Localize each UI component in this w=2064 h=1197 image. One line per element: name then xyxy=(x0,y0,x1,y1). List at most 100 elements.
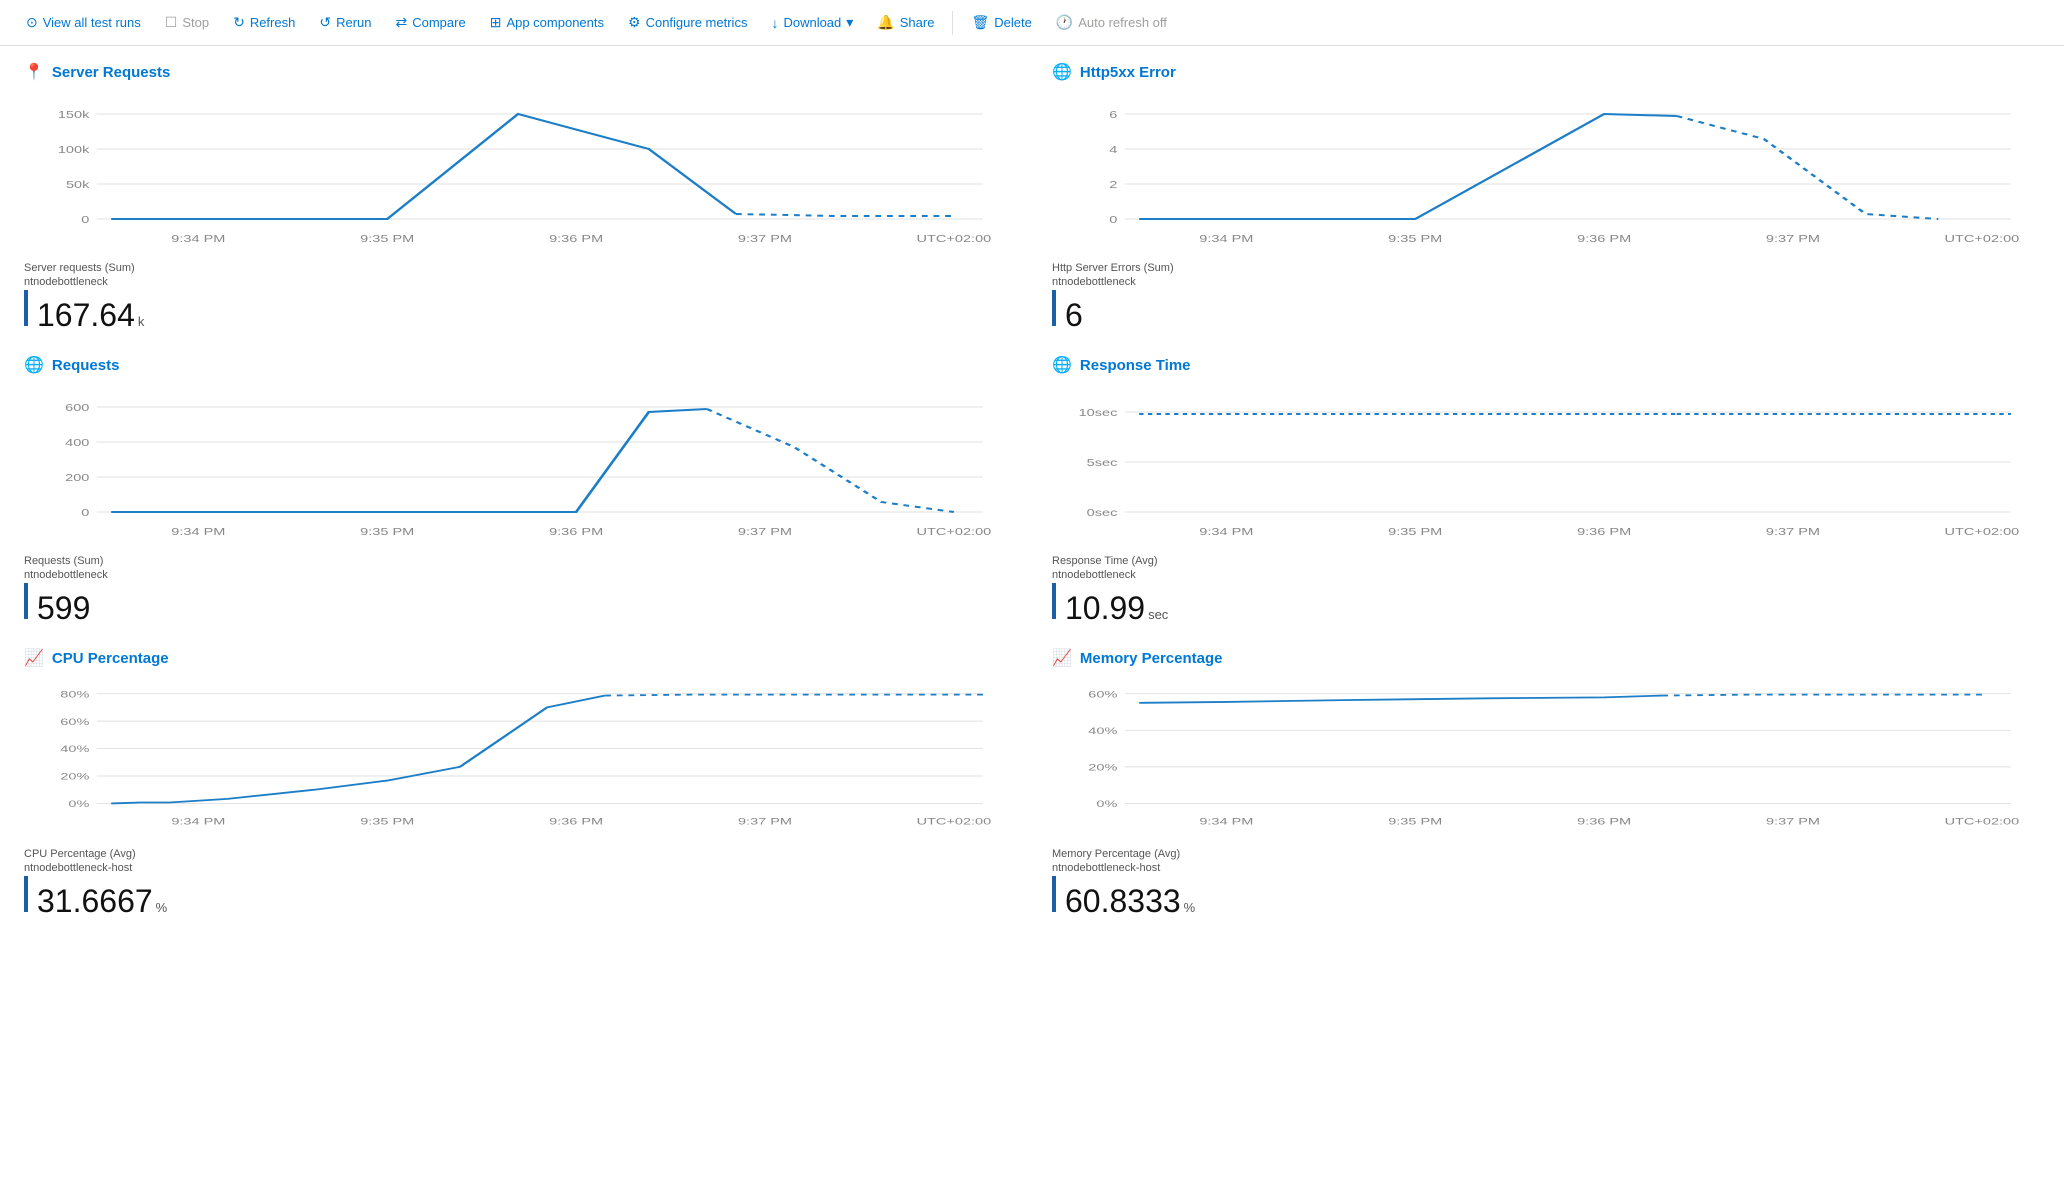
svg-text:UTC+02:00: UTC+02:00 xyxy=(917,816,992,827)
svg-text:9:34 PM: 9:34 PM xyxy=(171,233,225,244)
memory-percentage-panel: 📈 Memory Percentage 60% 40% 20% 0% 9:34 … xyxy=(1052,648,2040,917)
memory-icon: 📈 xyxy=(1052,648,1072,668)
separator-1 xyxy=(952,11,953,35)
share-icon: 🔔 xyxy=(877,14,894,31)
svg-text:0sec: 0sec xyxy=(1087,507,1118,518)
svg-text:9:36 PM: 9:36 PM xyxy=(549,526,603,537)
configure-metrics-button[interactable]: ⚙ Configure metrics xyxy=(618,8,757,37)
svg-text:UTC+02:00: UTC+02:00 xyxy=(1945,526,2020,537)
stop-icon: ☐ xyxy=(165,14,178,31)
svg-text:5sec: 5sec xyxy=(1087,457,1118,468)
download-button[interactable]: ↓ Download ▾ xyxy=(761,8,863,37)
trash-icon: 🗑 xyxy=(971,14,989,31)
svg-text:40%: 40% xyxy=(1088,726,1117,737)
refresh-icon: ↻ xyxy=(233,14,245,31)
response-time-icon: 🌐 xyxy=(1052,355,1072,375)
legend-color-bar-2 xyxy=(1052,290,1056,326)
svg-text:9:37 PM: 9:37 PM xyxy=(738,233,792,244)
svg-text:0%: 0% xyxy=(1096,799,1117,810)
legend-color-bar-5 xyxy=(24,876,28,912)
svg-text:10sec: 10sec xyxy=(1079,407,1118,418)
svg-text:4: 4 xyxy=(1109,144,1117,155)
rerun-button[interactable]: ↺ Rerun xyxy=(309,8,381,37)
http5xx-error-panel: 🌐 Http5xx Error 6 4 2 0 9:34 PM 9:35 PM … xyxy=(1052,62,2040,331)
svg-text:UTC+02:00: UTC+02:00 xyxy=(917,526,992,537)
svg-text:0: 0 xyxy=(81,214,89,225)
svg-text:9:37 PM: 9:37 PM xyxy=(1766,233,1820,244)
cpu-percentage-panel: 📈 CPU Percentage 80% 60% 40% 20% 0% 9:34… xyxy=(24,648,1012,917)
svg-text:9:36 PM: 9:36 PM xyxy=(1577,233,1631,244)
charts-grid: 📍 Server Requests 150k 100k 50k 0 9:34 P… xyxy=(24,62,2040,917)
cpu-chart: 80% 60% 40% 20% 0% 9:34 PM 9:35 PM 9:36 … xyxy=(24,680,1012,840)
svg-text:40%: 40% xyxy=(60,744,89,755)
svg-text:20%: 20% xyxy=(60,771,89,782)
rerun-icon: ↺ xyxy=(319,14,331,31)
gear-icon: ⚙ xyxy=(628,14,641,31)
svg-text:9:35 PM: 9:35 PM xyxy=(1388,816,1442,827)
response-time-legend: Response Time (Avg) ntnodebottleneck 10.… xyxy=(1052,555,2040,624)
app-components-button[interactable]: ⊞ App components xyxy=(480,8,614,37)
server-requests-panel: 📍 Server Requests 150k 100k 50k 0 9:34 P… xyxy=(24,62,1012,331)
svg-text:9:36 PM: 9:36 PM xyxy=(549,816,603,827)
svg-text:9:37 PM: 9:37 PM xyxy=(738,526,792,537)
requests-title: 🌐 Requests xyxy=(24,355,1012,375)
stop-button[interactable]: ☐ Stop xyxy=(155,8,219,37)
svg-text:9:34 PM: 9:34 PM xyxy=(1199,526,1253,537)
svg-text:9:34 PM: 9:34 PM xyxy=(171,526,225,537)
svg-text:9:37 PM: 9:37 PM xyxy=(738,816,792,827)
http5xx-error-title: 🌐 Http5xx Error xyxy=(1052,62,2040,82)
legend-color-bar-4 xyxy=(1052,583,1056,619)
svg-text:9:35 PM: 9:35 PM xyxy=(1388,526,1442,537)
server-requests-legend: Server requests (Sum) ntnodebottleneck 1… xyxy=(24,262,1012,331)
response-time-panel: 🌐 Response Time 10sec 5sec 0sec 9:34 PM … xyxy=(1052,355,2040,624)
svg-text:UTC+02:00: UTC+02:00 xyxy=(1945,816,2020,827)
svg-text:9:35 PM: 9:35 PM xyxy=(360,816,414,827)
view-all-icon: ⊙ xyxy=(26,14,38,31)
svg-text:9:35 PM: 9:35 PM xyxy=(1388,233,1442,244)
svg-text:9:36 PM: 9:36 PM xyxy=(1577,526,1631,537)
svg-text:50k: 50k xyxy=(66,179,90,190)
svg-text:9:34 PM: 9:34 PM xyxy=(171,816,225,827)
response-time-chart: 10sec 5sec 0sec 9:34 PM 9:35 PM 9:36 PM … xyxy=(1052,387,2040,547)
svg-text:9:37 PM: 9:37 PM xyxy=(1766,526,1820,537)
chevron-down-icon: ▾ xyxy=(846,14,853,31)
share-button[interactable]: 🔔 Share xyxy=(867,8,944,37)
server-requests-chart: 150k 100k 50k 0 9:34 PM 9:35 PM 9:36 PM … xyxy=(24,94,1012,254)
svg-text:9:36 PM: 9:36 PM xyxy=(549,233,603,244)
legend-color-bar-6 xyxy=(1052,876,1056,912)
svg-text:0%: 0% xyxy=(68,799,89,810)
http5xx-chart: 6 4 2 0 9:34 PM 9:35 PM 9:36 PM 9:37 PM … xyxy=(1052,94,2040,254)
legend-color-bar-3 xyxy=(24,583,28,619)
delete-button[interactable]: 🗑 Delete xyxy=(961,8,1041,37)
svg-text:60%: 60% xyxy=(60,717,89,728)
svg-text:0: 0 xyxy=(1109,214,1117,225)
svg-text:9:35 PM: 9:35 PM xyxy=(360,526,414,537)
svg-text:0: 0 xyxy=(81,507,89,518)
cpu-icon: 📈 xyxy=(24,648,44,668)
view-all-test-runs-button[interactable]: ⊙ View all test runs xyxy=(16,8,151,37)
svg-text:150k: 150k xyxy=(58,109,90,120)
requests-legend: Requests (Sum) ntnodebottleneck 599 xyxy=(24,555,1012,624)
svg-text:6: 6 xyxy=(1109,109,1117,120)
svg-text:2: 2 xyxy=(1109,179,1117,190)
svg-text:9:37 PM: 9:37 PM xyxy=(1766,816,1820,827)
refresh-button[interactable]: ↻ Refresh xyxy=(223,8,305,37)
svg-text:9:36 PM: 9:36 PM xyxy=(1577,816,1631,827)
svg-text:200: 200 xyxy=(65,472,89,483)
legend-color-bar xyxy=(24,290,28,326)
server-requests-title: 📍 Server Requests xyxy=(24,62,1012,82)
svg-text:60%: 60% xyxy=(1088,689,1117,700)
svg-text:80%: 80% xyxy=(60,689,89,700)
main-content: 📍 Server Requests 150k 100k 50k 0 9:34 P… xyxy=(0,46,2064,933)
svg-text:9:35 PM: 9:35 PM xyxy=(360,233,414,244)
svg-text:100k: 100k xyxy=(58,144,90,155)
svg-text:20%: 20% xyxy=(1088,762,1117,773)
auto-refresh-button[interactable]: 🕐 Auto refresh off xyxy=(1046,8,1177,37)
cpu-percentage-title: 📈 CPU Percentage xyxy=(24,648,1012,668)
compare-button[interactable]: ⇄ Compare xyxy=(386,8,476,37)
svg-text:9:34 PM: 9:34 PM xyxy=(1199,233,1253,244)
compare-icon: ⇄ xyxy=(396,14,408,31)
requests-chart: 600 400 200 0 9:34 PM 9:35 PM 9:36 PM 9:… xyxy=(24,387,1012,547)
server-requests-icon: 📍 xyxy=(24,62,44,82)
requests-panel: 🌐 Requests 600 400 200 0 9:34 PM 9:35 PM… xyxy=(24,355,1012,624)
